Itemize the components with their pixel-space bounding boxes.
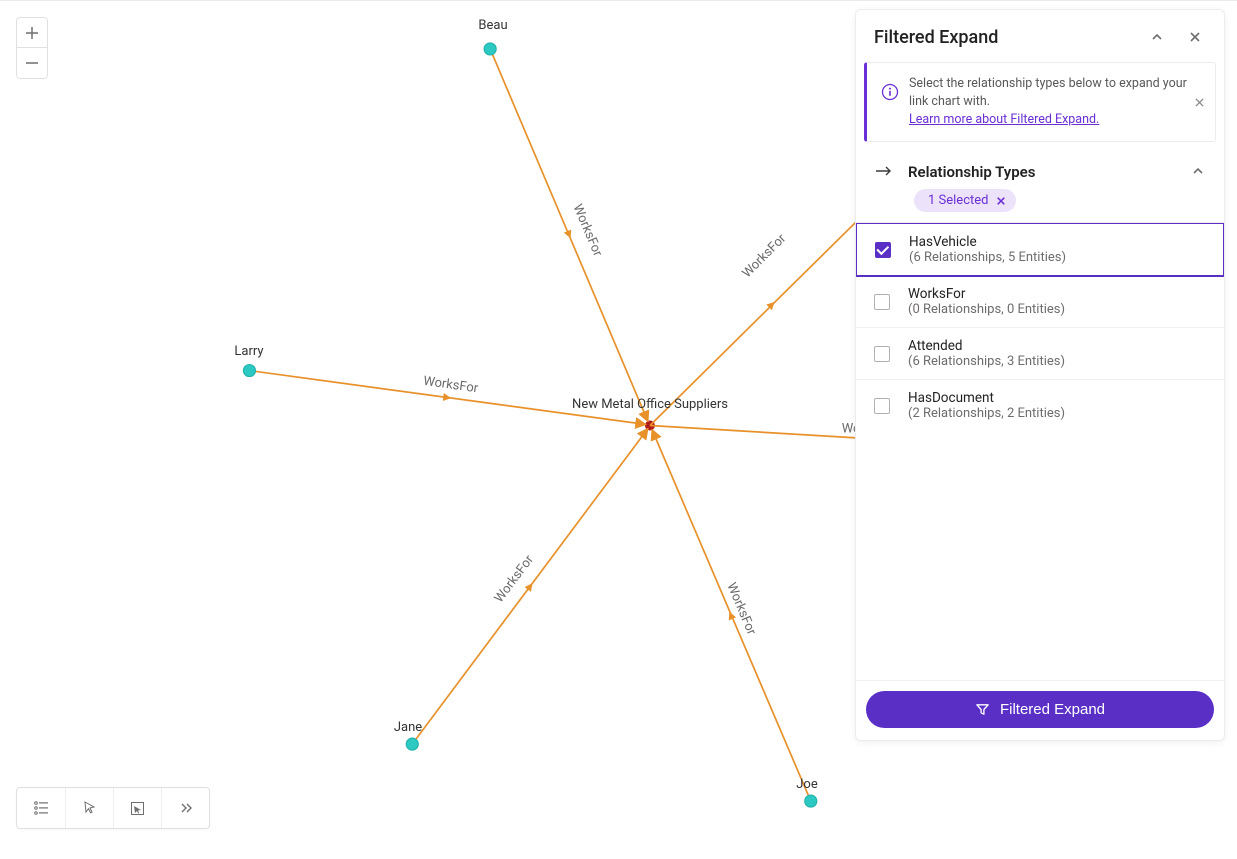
relationship-type-item[interactable]: WorksFor(0 Relationships, 0 Entities) <box>856 276 1224 328</box>
relationship-name: WorksFor <box>908 286 1065 302</box>
relationship-labels: WorksFor(0 Relationships, 0 Entities) <box>908 286 1065 317</box>
node-label-jane: Jane <box>394 720 422 735</box>
select-mode-button[interactable] <box>113 788 161 828</box>
filter-icon <box>975 702 990 717</box>
panel-title: Filtered Expand <box>874 27 1130 48</box>
filtered-expand-panel: Filtered Expand Select the relationship … <box>855 9 1225 741</box>
relationship-labels: Attended(6 Relationships, 3 Entities) <box>908 338 1065 369</box>
relationship-labels: HasVehicle(6 Relationships, 5 Entities) <box>909 234 1066 265</box>
close-icon <box>996 196 1006 206</box>
zoom-out-button[interactable] <box>17 48 47 78</box>
selection-count-label: 1 Selected <box>928 193 988 208</box>
node-joe[interactable] <box>805 795 817 807</box>
chevron-double-right-icon <box>179 801 193 815</box>
relationship-labels: HasDocument(2 Relationships, 2 Entities) <box>908 390 1065 420</box>
info-banner: Select the relationship types below to e… <box>864 62 1216 142</box>
relationship-checkbox[interactable] <box>874 398 890 414</box>
relationship-checkbox[interactable] <box>874 294 890 310</box>
filtered-expand-button-label: Filtered Expand <box>1000 701 1105 718</box>
node-label-larry: Larry <box>234 344 263 359</box>
collapse-panel-button[interactable] <box>1146 26 1168 48</box>
relationship-type-item[interactable]: HasVehicle(6 Relationships, 5 Entities) <box>856 222 1224 277</box>
panel-spacer <box>856 420 1224 680</box>
info-icon <box>881 83 899 101</box>
relationship-type-item[interactable]: Attended(6 Relationships, 3 Entities) <box>856 328 1224 380</box>
relationship-detail: (6 Relationships, 5 Entities) <box>909 250 1066 265</box>
plus-icon <box>26 27 38 39</box>
minus-icon <box>26 57 38 69</box>
edge-label-jane: WorksFor <box>492 552 538 606</box>
node-label-joe: Joe <box>796 777 817 792</box>
edge-label-larry: WorksFor <box>422 374 479 397</box>
legend-icon <box>33 800 49 816</box>
collapse-section-button[interactable] <box>1192 162 1204 181</box>
bottom-toolbar <box>16 787 210 829</box>
more-tools-button[interactable] <box>161 788 209 828</box>
relationship-detail: (0 Relationships, 0 Entities) <box>908 302 1065 317</box>
clear-selection-button[interactable] <box>996 196 1006 206</box>
relationship-checkbox[interactable] <box>874 346 890 362</box>
node-label-beau: Beau <box>478 18 507 33</box>
edge-label-tr: WorksFor <box>740 231 790 281</box>
relationship-types-header: Relationship Types <box>856 150 1224 185</box>
close-panel-button[interactable] <box>1184 26 1206 48</box>
zoom-in-button[interactable] <box>17 18 47 48</box>
learn-more-link[interactable]: Learn more about Filtered Expand. <box>909 112 1099 127</box>
arrow-right-icon <box>876 162 892 181</box>
relationship-checkbox[interactable] <box>875 242 891 258</box>
relationship-name: HasDocument <box>908 390 1065 406</box>
selection-count-pill: 1 Selected <box>914 189 1016 212</box>
select-box-icon <box>130 801 145 816</box>
panel-footer: Filtered Expand <box>856 680 1224 740</box>
node-larry[interactable] <box>243 365 255 377</box>
panel-header: Filtered Expand <box>856 10 1224 62</box>
relationship-type-item[interactable]: HasDocument(2 Relationships, 2 Entities) <box>856 380 1224 420</box>
relationship-name: Attended <box>908 338 1065 354</box>
pointer-icon <box>83 801 97 815</box>
relationship-detail: (2 Relationships, 2 Entities) <box>908 406 1065 420</box>
legend-button[interactable] <box>17 788 65 828</box>
selection-summary-row: 1 Selected <box>856 185 1224 222</box>
node-jane[interactable] <box>406 738 418 750</box>
filtered-expand-button[interactable]: Filtered Expand <box>866 691 1214 728</box>
close-icon <box>1189 31 1201 43</box>
chevron-up-icon <box>1151 31 1163 43</box>
relationship-detail: (6 Relationships, 3 Entities) <box>908 354 1065 369</box>
relationship-type-list: HasVehicle(6 Relationships, 5 Entities) W… <box>856 222 1224 420</box>
chevron-up-icon <box>1192 165 1204 177</box>
dismiss-info-button[interactable] <box>1191 94 1207 110</box>
node-beau[interactable] <box>484 43 496 55</box>
section-title: Relationship Types <box>908 163 1176 181</box>
zoom-controls <box>16 17 48 79</box>
close-icon <box>1194 97 1205 108</box>
info-text: Select the relationship types below to e… <box>909 75 1203 129</box>
node-label-center: New Metal Office Suppliers <box>572 397 728 412</box>
relationship-name: HasVehicle <box>909 234 1066 250</box>
pointer-mode-button[interactable] <box>65 788 113 828</box>
